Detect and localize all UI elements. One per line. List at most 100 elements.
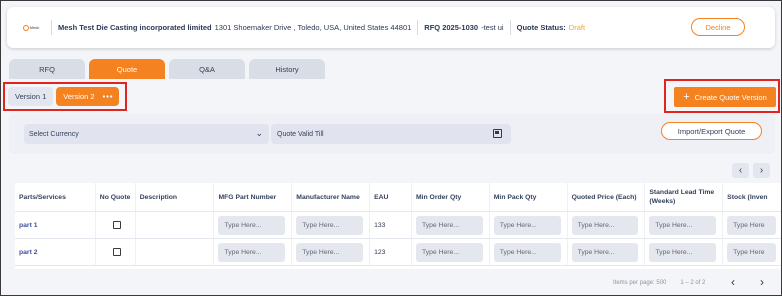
stock-input[interactable]: Type Here bbox=[727, 215, 776, 235]
divider bbox=[417, 20, 419, 35]
rfq-number: RFQ 2025-1030 bbox=[424, 23, 479, 32]
plus-icon: + bbox=[683, 90, 690, 103]
column-header: Manufacturer Name bbox=[292, 183, 371, 211]
chevron-right-icon: › bbox=[759, 165, 764, 176]
quote-header: Mesh Mesh Test Die Casting incorporated … bbox=[7, 7, 775, 48]
stock-cell: Type Here bbox=[723, 212, 781, 238]
min-pack-qty-cell: Type Here... bbox=[490, 239, 568, 265]
scroll-right-button[interactable]: › bbox=[753, 163, 770, 178]
lead-time-input[interactable]: Type Here... bbox=[649, 215, 717, 235]
manufacturer-name-cell: Type Here... bbox=[292, 239, 371, 265]
eau-value: 123 bbox=[370, 239, 412, 265]
create-version-highlight: + Create Quote Version bbox=[664, 79, 780, 113]
quoted-price-input[interactable]: Type Here... bbox=[571, 215, 639, 235]
mfg-part-number-cell: Type Here... bbox=[214, 212, 293, 238]
quoted-price-input[interactable]: Type Here... bbox=[571, 242, 639, 262]
stock-cell: Type Here bbox=[723, 239, 781, 265]
chevron-down-icon: ⌄ bbox=[255, 128, 263, 138]
part-name[interactable]: part 1 bbox=[19, 222, 38, 229]
version-tab-2[interactable]: Version 2 ••• bbox=[56, 87, 120, 106]
min-order-qty-cell: Type Here... bbox=[412, 212, 490, 238]
company-logo: Mesh bbox=[17, 21, 45, 35]
version-tab-label: Version 2 bbox=[63, 92, 95, 101]
column-header: MFG Part Number bbox=[214, 183, 293, 211]
quote-filters: Select Currency ⌄ Quote Valid Till Impor… bbox=[9, 114, 775, 154]
pagination-info: Items per page: 500 1 – 2 of 2 bbox=[613, 280, 705, 286]
company-name: Mesh Test Die Casting incorporated limit… bbox=[58, 23, 212, 32]
chevron-left-icon: ‹ bbox=[738, 165, 743, 176]
main-tabs: RFQ Quote Q&A History bbox=[9, 59, 325, 79]
no-quote-cell bbox=[96, 212, 136, 238]
no-quote-cell bbox=[96, 239, 136, 265]
part-name[interactable]: part 2 bbox=[19, 249, 38, 256]
create-quote-version-button[interactable]: + Create Quote Version bbox=[674, 87, 776, 107]
column-header: Standard Lead Time (Weeks) bbox=[645, 183, 724, 211]
mfg-part-number-cell: Type Here... bbox=[214, 239, 293, 265]
logo-mark bbox=[22, 24, 29, 31]
manufacturer-name-input[interactable]: Type Here... bbox=[296, 242, 364, 262]
tab-history[interactable]: History bbox=[249, 59, 325, 79]
page-range: 1 – 2 of 2 bbox=[680, 280, 706, 286]
lead-time-cell: Type Here... bbox=[645, 212, 724, 238]
min-order-qty-cell: Type Here... bbox=[412, 239, 490, 265]
tab-qa[interactable]: Q&A bbox=[169, 59, 245, 79]
description-cell bbox=[136, 212, 215, 238]
eau-value: 133 bbox=[370, 212, 412, 238]
valid-till-placeholder: Quote Valid Till bbox=[277, 130, 324, 138]
column-header: EAU bbox=[370, 183, 412, 211]
table-header-row: Parts/Services No Quote Description MFG … bbox=[15, 183, 781, 212]
part-link[interactable]: part 1 bbox=[15, 212, 96, 238]
logo-text: Mesh bbox=[29, 25, 40, 30]
version-tabs: Version 1 Version 2 ••• bbox=[8, 87, 120, 106]
rfq-suffix: -test ui bbox=[481, 23, 504, 32]
min-pack-qty-input[interactable]: Type Here... bbox=[493, 215, 561, 235]
column-header: Stock (Inven bbox=[723, 183, 781, 211]
version-tab-1[interactable]: Version 1 bbox=[8, 87, 54, 106]
column-header: Quoted Price (Each) bbox=[568, 183, 646, 211]
table-row: part 1 Type Here... Type Here... 133 Typ… bbox=[15, 212, 781, 239]
part-link[interactable]: part 2 bbox=[15, 239, 96, 265]
column-header: Min Order Qty bbox=[412, 183, 490, 211]
stock-input[interactable]: Type Here bbox=[727, 242, 776, 262]
column-header: No Quote bbox=[96, 183, 136, 211]
quote-status-badge: Draft bbox=[568, 23, 586, 32]
lead-time-input[interactable]: Type Here... bbox=[649, 242, 717, 262]
app-frame: Mesh Mesh Test Die Casting incorporated … bbox=[0, 0, 782, 296]
tab-quote[interactable]: Quote bbox=[89, 59, 165, 79]
more-options-icon[interactable]: ••• bbox=[103, 92, 114, 101]
column-header: Parts/Services bbox=[15, 183, 96, 211]
quoted-price-cell: Type Here... bbox=[568, 212, 646, 238]
no-quote-checkbox[interactable] bbox=[112, 248, 121, 256]
no-quote-checkbox[interactable] bbox=[112, 221, 121, 229]
quote-parts-table: Parts/Services No Quote Description MFG … bbox=[15, 183, 781, 269]
decline-button[interactable]: Decline bbox=[691, 18, 745, 36]
min-pack-qty-input[interactable]: Type Here... bbox=[493, 242, 561, 262]
company-address: 1301 Shoemaker Drive , Toledo, USA, Unit… bbox=[214, 23, 412, 32]
currency-select[interactable]: Select Currency ⌄ bbox=[24, 124, 269, 144]
prev-page-icon[interactable]: ‹ bbox=[731, 275, 735, 289]
manufacturer-name-input[interactable]: Type Here... bbox=[296, 215, 364, 235]
import-export-quote-button[interactable]: Import/Export Quote bbox=[661, 122, 762, 140]
mfg-part-number-input[interactable]: Type Here... bbox=[218, 242, 286, 262]
table-row: part 2 Type Here... Type Here... 123 Typ… bbox=[15, 239, 781, 266]
items-per-page: Items per page: 500 bbox=[613, 280, 667, 286]
quote-status-label: Quote Status: bbox=[516, 23, 566, 32]
quote-valid-till-field[interactable]: Quote Valid Till bbox=[271, 124, 511, 144]
version-tabs-highlight: Version 1 Version 2 ••• bbox=[3, 82, 127, 111]
calendar-icon[interactable] bbox=[493, 129, 502, 138]
column-header: Description bbox=[136, 183, 215, 211]
min-order-qty-input[interactable]: Type Here... bbox=[415, 242, 483, 262]
create-quote-version-label: Create Quote Version bbox=[694, 92, 767, 102]
currency-select-placeholder: Select Currency bbox=[29, 130, 79, 138]
divider bbox=[509, 20, 511, 35]
next-page-icon[interactable]: › bbox=[760, 275, 764, 289]
min-order-qty-input[interactable]: Type Here... bbox=[415, 215, 483, 235]
scroll-left-button[interactable]: ‹ bbox=[732, 163, 749, 178]
quoted-price-cell: Type Here... bbox=[568, 239, 646, 265]
mfg-part-number-input[interactable]: Type Here... bbox=[218, 215, 286, 235]
tab-rfq[interactable]: RFQ bbox=[9, 59, 85, 79]
lead-time-cell: Type Here... bbox=[645, 239, 724, 265]
column-header: Min Pack Qty bbox=[490, 183, 568, 211]
description-cell bbox=[136, 239, 215, 265]
divider bbox=[51, 20, 52, 35]
